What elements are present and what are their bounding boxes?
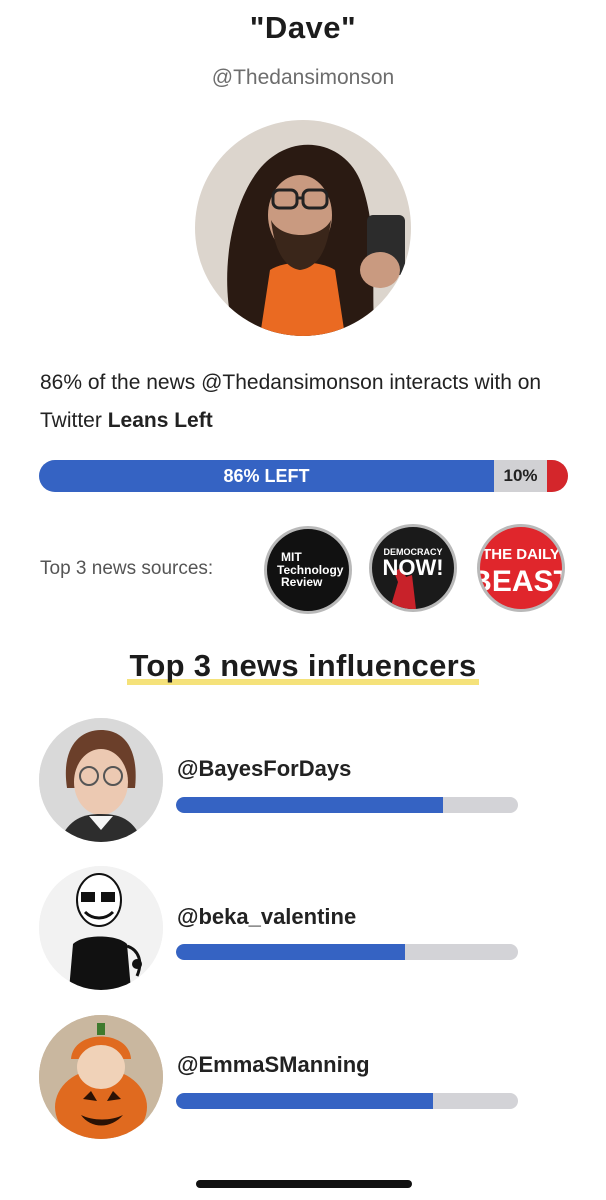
lean-right-label: 10%: [503, 466, 538, 485]
source-logo-mit-technology-review[interactable]: MIT Technology Review: [264, 526, 352, 614]
profile-name: "Dave": [249, 10, 357, 45]
influencer-score-bar: [176, 944, 518, 960]
influencer-avatar[interactable]: [39, 866, 163, 990]
home-indicator[interactable]: [196, 1180, 412, 1188]
influencer-score-bar: [176, 1093, 518, 1109]
influencer-handle[interactable]: @BayesForDays: [177, 756, 351, 782]
influencer-handle[interactable]: @EmmaSManning: [177, 1052, 370, 1078]
influencer-avatar[interactable]: [39, 1015, 163, 1139]
lean-summary: 86% of the news @Thedansimonson interact…: [40, 364, 570, 440]
source-logo-democracy-now[interactable]: DEMOCRACY NOW!: [369, 524, 457, 612]
influencers-title: Top 3 news influencers: [0, 648, 606, 685]
profile-handle[interactable]: @Thedansimonson: [0, 66, 606, 90]
influencers-title-text: Top 3 news influencers: [127, 648, 479, 685]
lean-remainder-segment: [547, 460, 568, 492]
source-logo-line: MIT: [281, 550, 302, 564]
source-logo-line: NOW!: [382, 555, 443, 580]
influencer-score-fill: [176, 1093, 433, 1109]
lean-right-segment: 10%: [494, 460, 547, 492]
influencer-score-bar: [176, 797, 518, 813]
source-logo-line: Review: [281, 575, 323, 589]
sources-label: Top 3 news sources:: [40, 558, 214, 579]
influencer-avatar[interactable]: [39, 718, 163, 842]
profile-avatar: [195, 120, 411, 336]
source-logo-daily-beast[interactable]: THE DAILY BEAST: [477, 524, 565, 612]
lean-left-segment: 86% LEFT: [39, 460, 494, 492]
lean-left-label: 86% LEFT: [223, 465, 310, 486]
influencer-handle[interactable]: @beka_valentine: [177, 904, 356, 930]
influencer-score-fill: [176, 797, 443, 813]
lean-bar: 86% LEFT 10%: [39, 460, 568, 492]
source-logo-line: BEAST: [480, 565, 562, 598]
influencer-score-fill: [176, 944, 406, 960]
lean-summary-verdict: Leans Left: [107, 409, 213, 432]
source-logo-line: THE DAILY: [482, 546, 560, 563]
